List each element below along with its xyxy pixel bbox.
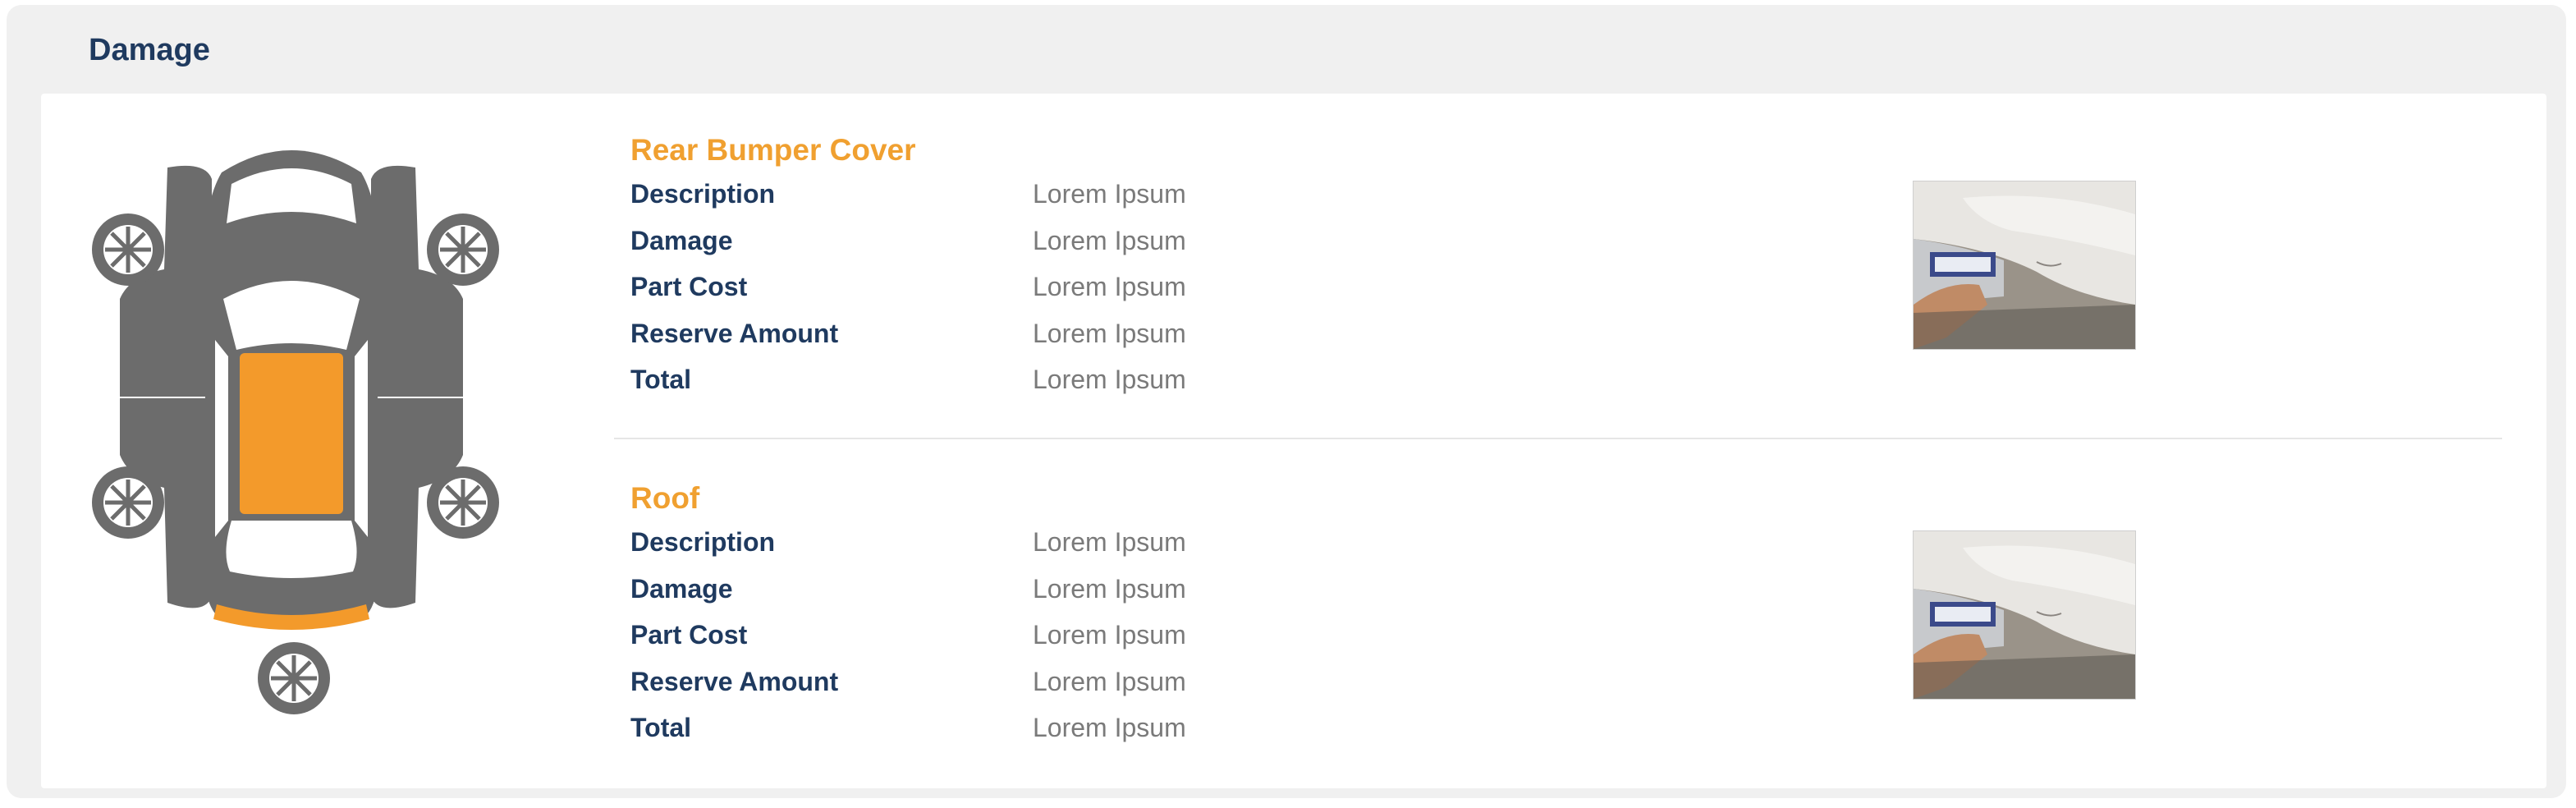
field-row-reserve-amount: Reserve Amount Lorem Ipsum: [630, 667, 1369, 713]
roof-highlight: [240, 353, 343, 514]
car-damage-diagram[interactable]: [41, 94, 550, 788]
damage-part-title: Rear Bumper Cover: [630, 133, 916, 167]
field-row-part-cost: Part Cost Lorem Ipsum: [630, 620, 1369, 666]
field-label: Description: [630, 179, 776, 209]
field-value: Lorem Ipsum: [1033, 713, 1186, 742]
wheel-rear-left-icon: [92, 466, 164, 539]
wheel-front-right-icon: [427, 213, 499, 286]
field-label: Reserve Amount: [630, 319, 839, 348]
field-label: Total: [630, 713, 692, 742]
field-row-description: Description Lorem Ipsum: [630, 527, 1369, 573]
damage-photo-thumbnail[interactable]: [1913, 530, 2136, 700]
damage-card: Rear Bumper Cover Description Lorem Ipsu…: [41, 94, 2546, 788]
wheel-front-left-icon: [92, 213, 164, 286]
field-row-total: Total Lorem Ipsum: [630, 713, 1369, 759]
spare-wheel-icon: [258, 642, 330, 714]
field-value: Lorem Ipsum: [1033, 226, 1186, 255]
wheel-rear-right-icon: [427, 466, 499, 539]
field-label: Damage: [630, 226, 733, 255]
field-row-description: Description Lorem Ipsum: [630, 179, 1369, 225]
damage-item: Roof Description Lorem Ipsum Damage Lore…: [630, 481, 2519, 777]
damage-panel: Damage Rear Bumper Cover Description Lor…: [7, 5, 2566, 798]
field-label: Reserve Amount: [630, 667, 839, 696]
field-value: Lorem Ipsum: [1033, 319, 1186, 348]
field-value: Lorem Ipsum: [1033, 365, 1186, 394]
field-label: Total: [630, 365, 692, 394]
field-row-part-cost: Part Cost Lorem Ipsum: [630, 272, 1369, 318]
field-value: Lorem Ipsum: [1033, 574, 1186, 604]
field-row-damage: Damage Lorem Ipsum: [630, 574, 1369, 620]
field-row-reserve-amount: Reserve Amount Lorem Ipsum: [630, 319, 1369, 365]
field-label: Damage: [630, 574, 733, 604]
field-value: Lorem Ipsum: [1033, 620, 1186, 650]
field-value: Lorem Ipsum: [1033, 667, 1186, 696]
field-label: Part Cost: [630, 620, 748, 650]
field-value: Lorem Ipsum: [1033, 179, 1186, 209]
panel-title: Damage: [89, 33, 210, 67]
field-label: Description: [630, 527, 776, 557]
field-row-damage: Damage Lorem Ipsum: [630, 226, 1369, 272]
field-value: Lorem Ipsum: [1033, 527, 1186, 557]
damage-photo-thumbnail[interactable]: [1913, 181, 2136, 350]
field-label: Part Cost: [630, 272, 748, 301]
damage-item: Rear Bumper Cover Description Lorem Ipsu…: [630, 133, 2519, 429]
damage-part-title: Roof: [630, 481, 700, 515]
section-divider: [614, 438, 2502, 439]
field-row-total: Total Lorem Ipsum: [630, 365, 1369, 411]
field-value: Lorem Ipsum: [1033, 272, 1186, 301]
